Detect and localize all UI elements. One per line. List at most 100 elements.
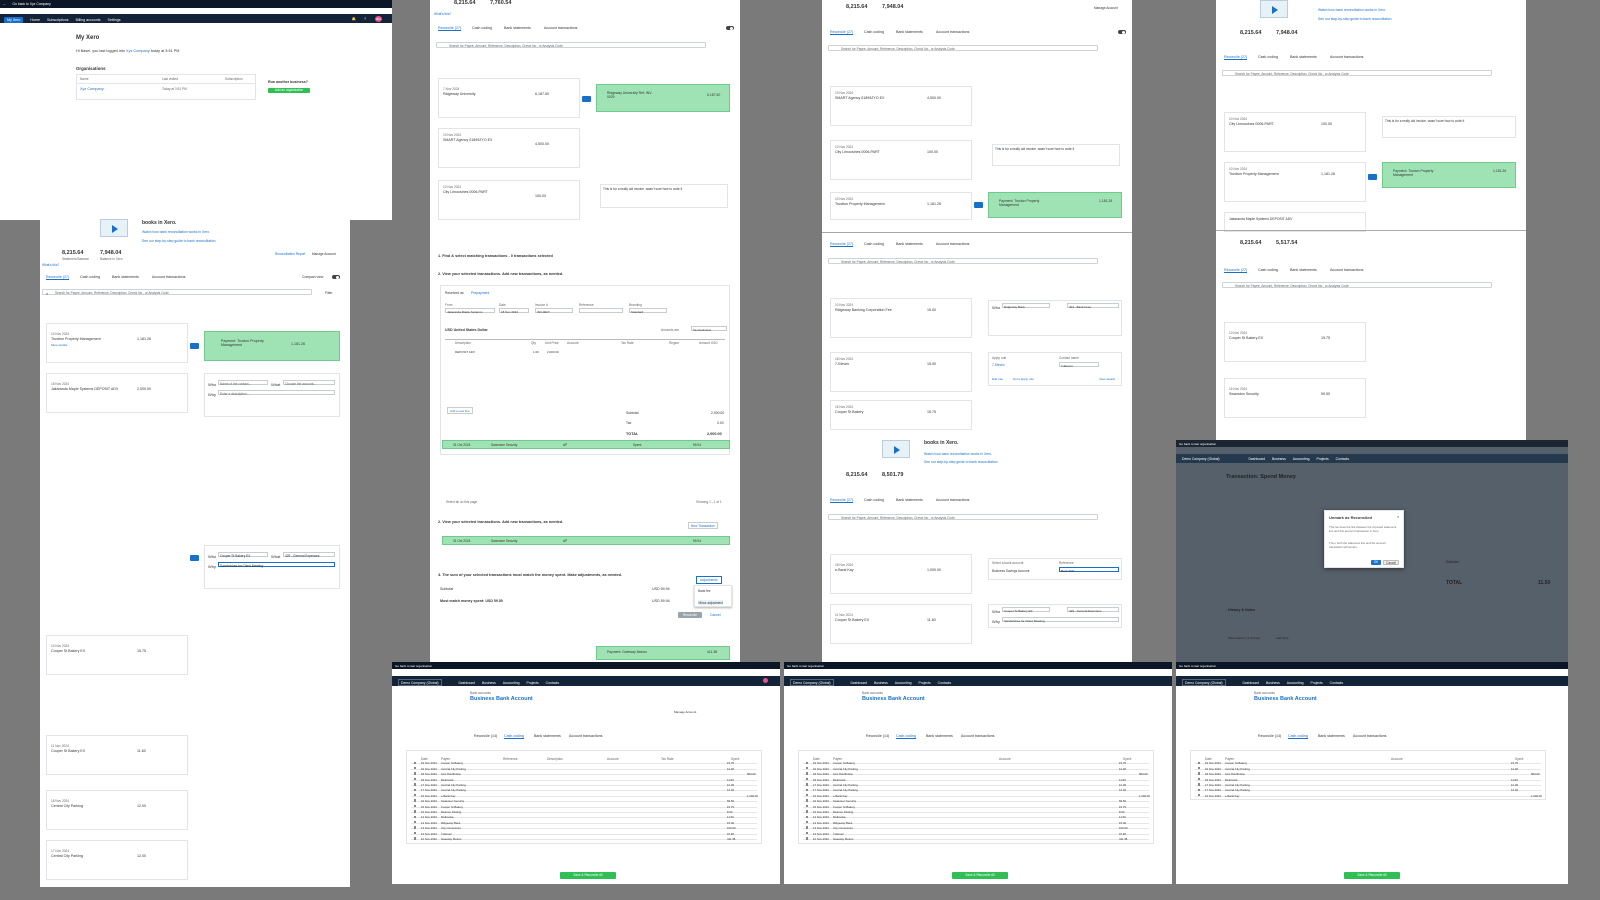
table-row[interactable]: 13 Nov 2024 City Limousines 100.00: [411, 826, 757, 830]
table-row[interactable]: 19 Nov 2024 Central City Parking 12.00: [411, 766, 757, 771]
row-checkbox[interactable]: [806, 766, 809, 770]
new-transaction-button[interactable]: New Transaction: [688, 522, 718, 529]
row-checkbox[interactable]: [414, 761, 417, 764]
nav-settings[interactable]: Settings: [108, 18, 121, 22]
table-row[interactable]: 15 Nov 2024 Melrose Parking 8.00: [411, 810, 757, 814]
save-reconcile-button[interactable]: Save & Reconcile All: [560, 872, 616, 879]
help-icon[interactable]: ?: [364, 17, 366, 21]
row-checkbox[interactable]: [1198, 793, 1201, 797]
table-row[interactable]: 15 Nov 2024 Cooper St Bakery 15.75: [803, 804, 1149, 809]
table-row[interactable]: 12 Nov 2024 Gateway Motors 411.38: [803, 837, 1149, 841]
row-checkbox[interactable]: [414, 820, 417, 824]
compact-toggle[interactable]: [726, 26, 734, 31]
close-icon[interactable]: ×: [1397, 514, 1399, 519]
table-row[interactable]: 18 Nov 2024 ACL Distribution 500.00: [1195, 772, 1541, 776]
row-checkbox[interactable]: [806, 826, 809, 829]
match-suggestion[interactable]: Ridgeway University Ref: INV-0029 6,187.…: [596, 84, 730, 112]
row-checkbox[interactable]: [806, 820, 809, 824]
table-row[interactable]: 19 Nov 2024 Cooper St Bakery 15.75: [1195, 761, 1541, 765]
table-row[interactable]: 19 Nov 2024 Cooper St Bakery 15.75: [411, 761, 757, 765]
table-row[interactable]: 19 Nov 2024 Cooper St Bakery 15.75: [803, 761, 1149, 765]
row-checkbox[interactable]: [806, 793, 809, 797]
search-input[interactable]: Search for Payee, Amount, Reference, Des…: [436, 42, 706, 48]
table-row[interactable]: 19 Nov 2024 Central City Parking 12.00: [1195, 766, 1541, 771]
avatar[interactable]: BN: [374, 15, 382, 22]
table-row[interactable]: 16 Nov 2024 e-Bank Kay 1,000.00: [803, 793, 1150, 798]
selected-transaction[interactable]: 31 Oct 2024 Swanston Security AP Spent 5…: [442, 440, 730, 449]
tab-bank-statements[interactable]: Bank statements: [112, 275, 139, 279]
table-row[interactable]: 16 Nov 2024 e-Bank Kay 1,000.00: [411, 793, 758, 798]
company-link[interactable]: Xyz Company: [126, 49, 150, 53]
table-row[interactable]: 16 Nov 2024 Swanston Security 59.50: [803, 799, 1149, 803]
manage-account[interactable]: Manage Account: [312, 252, 336, 256]
video-thumbnail[interactable]: [100, 219, 128, 237]
row-checkbox[interactable]: [414, 783, 417, 786]
search-input[interactable]: Search for Payee, Amount, Reference, Des…: [42, 289, 312, 296]
table-row[interactable]: 13 Nov 2024 7-Eleven 15.90: [803, 831, 1149, 836]
table-row[interactable]: 14 Nov 2024 Mellovista 11.60: [411, 815, 757, 819]
table-row[interactable]: 18 Nov 2024 Mellovista 11.60: [411, 777, 757, 782]
table-row[interactable]: 18 Nov 2024 ACL Distribution 500.00: [803, 772, 1149, 776]
row-checkbox[interactable]: [806, 831, 809, 835]
table-row[interactable]: 19 Nov 2024 Central City Parking 12.00: [803, 766, 1149, 771]
row-checkbox[interactable]: [414, 772, 417, 775]
row-checkbox[interactable]: [414, 804, 417, 808]
row-checkbox[interactable]: [806, 788, 809, 791]
nav-subscriptions[interactable]: Subscriptions: [47, 18, 69, 22]
row-checkbox[interactable]: [806, 777, 809, 781]
table-row[interactable]: 13 Nov 2024 City Limousines 100.00: [803, 826, 1149, 830]
row-checkbox[interactable]: [1198, 761, 1201, 764]
row-checkbox[interactable]: [414, 788, 417, 791]
table-row[interactable]: 17 Nov 2024 Central City Parking 12.00: [411, 788, 757, 792]
row-checkbox[interactable]: [1198, 772, 1201, 775]
dialog-ok-button[interactable]: OK: [1371, 560, 1381, 565]
tab-reconcile[interactable]: Reconcile (27): [46, 275, 70, 280]
adjustments-button[interactable]: Adjustments: [696, 576, 722, 584]
row-checkbox[interactable]: [806, 837, 809, 840]
back-bar[interactable]: Go back to last organisation: [1176, 440, 1568, 447]
row-checkbox[interactable]: [414, 826, 417, 829]
cancel-button[interactable]: Cancel: [710, 613, 721, 617]
table-row[interactable]: 14 Nov 2024 Ridgeway Bank 15.00: [803, 820, 1149, 825]
brand-button[interactable]: My Xero: [4, 16, 24, 23]
table-row[interactable]: 17 Nov 2024 Central City Parking 12.00: [411, 783, 757, 787]
discuss-box[interactable]: This is for a really old invoice, wasn't…: [600, 184, 728, 208]
row-checkbox[interactable]: [414, 815, 417, 818]
table-row[interactable]: 15 Nov 2024 Melrose Parking 8.00: [803, 810, 1149, 814]
row-checkbox[interactable]: [414, 837, 417, 840]
row-checkbox[interactable]: [806, 804, 809, 808]
table-row[interactable]: 15 Nov 2024 Cooper St Bakery 15.75: [411, 804, 757, 809]
filter-button[interactable]: Filter: [325, 291, 333, 295]
what-input[interactable]: Choose the account...: [283, 380, 335, 386]
tab-cash-coding[interactable]: Cash coding: [80, 275, 100, 279]
table-row[interactable]: 18 Nov 2024 ACL Distribution 500.00: [411, 772, 757, 776]
table-row[interactable]: 12 Nov 2024 Gateway Motors 411.38: [411, 837, 757, 841]
org-link[interactable]: Xyz Company: [80, 87, 104, 91]
table-row[interactable]: 18 Nov 2024 Mellovista 11.60: [803, 777, 1149, 782]
row-checkbox[interactable]: [1198, 766, 1201, 770]
row-checkbox[interactable]: [1198, 788, 1201, 791]
row-checkbox[interactable]: [806, 815, 809, 818]
row-checkbox[interactable]: [806, 783, 809, 786]
row-checkbox[interactable]: [1198, 783, 1201, 786]
row-checkbox[interactable]: [414, 793, 417, 797]
table-row[interactable]: 13 Nov 2024 7-Eleven 15.90: [411, 831, 757, 836]
dialog-cancel-button[interactable]: Cancel: [1383, 560, 1399, 565]
nav-home[interactable]: Home: [30, 18, 40, 22]
row-checkbox[interactable]: [1198, 777, 1201, 781]
row-checkbox[interactable]: [806, 761, 809, 764]
table-row[interactable]: 17 Nov 2024 Central City Parking 12.00: [803, 788, 1149, 792]
prepayment-select[interactable]: Prepayment: [471, 291, 489, 295]
table-row[interactable]: 14 Nov 2024 Mellovista 11.60: [803, 815, 1149, 819]
row-checkbox[interactable]: [414, 799, 417, 802]
table-row[interactable]: 14 Nov 2024 Ridgeway Bank 15.00: [411, 820, 757, 825]
match-suggestion[interactable]: Payment: Truston Property Management 1,1…: [204, 331, 340, 361]
nav-billing[interactable]: Billing accounts: [76, 18, 101, 22]
table-row[interactable]: 16 Nov 2024 e-Bank Kay 1,000.00: [1195, 793, 1542, 798]
tab-account-transactions[interactable]: Account transactions: [152, 275, 185, 279]
bell-icon[interactable]: 🔔: [352, 17, 356, 21]
who-input[interactable]: Name of the contact...: [218, 380, 268, 386]
table-row[interactable]: 17 Nov 2024 Central City Parking 12.00: [1195, 783, 1541, 787]
table-row[interactable]: 16 Nov 2024 Swanston Security 59.50: [411, 799, 757, 803]
ok-button[interactable]: [190, 555, 199, 561]
